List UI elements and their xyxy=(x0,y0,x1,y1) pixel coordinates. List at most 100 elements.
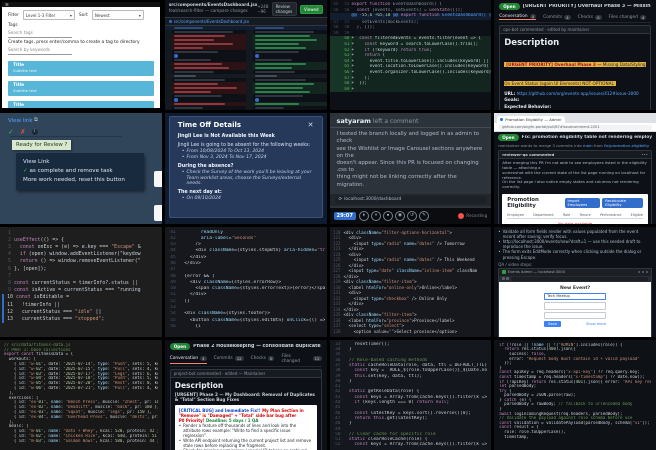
tile-review-tooltip: View link ⧉ ✓ ✗ i Ready for Review ? Vie… xyxy=(0,113,162,224)
page-actions: Import Employees Recalculate Eligibility xyxy=(564,198,643,209)
code-text: <input type="date" className="inline-ite… xyxy=(343,268,478,273)
pr-tab[interactable]: Files changed 4 xyxy=(609,14,647,20)
line-number: 56 xyxy=(170,323,176,329)
menu-icon[interactable]: ☰ xyxy=(5,2,9,7)
nav-buttons[interactable] xyxy=(502,277,509,280)
screenshot-header: Promotion Eligibility Import Employees Re… xyxy=(507,197,643,209)
table-column-header: Role xyxy=(562,213,571,218)
browser-bar: ⟳ localhost:3000/dashboard xyxy=(329,193,492,206)
tooltip-reset-line: More work needed, reset this button xyxy=(23,177,125,184)
code-line: 56 {i xyxy=(167,324,325,330)
address-bar[interactable]: github.com/org/hr-portal/pull/87#issueco… xyxy=(498,124,652,130)
bullet-text: From Nov 3, 2024 To Nov 17, 2024 xyxy=(186,155,267,161)
cross-icon[interactable]: ✗ xyxy=(20,128,26,136)
save-button[interactable]: Save xyxy=(544,321,561,328)
card-subtitle: Subtitle text xyxy=(13,88,37,93)
table-column-header: Employee xyxy=(507,213,525,218)
check-icon[interactable]: ✓ xyxy=(8,128,14,136)
pr-tab[interactable]: Checks 0 xyxy=(251,354,275,364)
form-actions: Save Show more xyxy=(544,321,606,328)
new-code-cell xyxy=(253,106,327,110)
doc-heading: [CRITICAL BUG] and Immediate Fix!! My Pl… xyxy=(179,408,313,418)
comment-author[interactable]: reviewer-qa commented xyxy=(502,152,554,157)
player-control-button[interactable]: ◉ xyxy=(395,210,406,221)
form-input[interactable] xyxy=(544,302,607,310)
bullet-text: http://localhost:3000/events/new?draft=1… xyxy=(502,238,641,250)
tile-vscode-useeffect: 1 2 useEffect(() => { 3 const onEsc = (e… xyxy=(0,226,162,337)
tab-count-badge: 4 xyxy=(529,14,537,19)
address-bar[interactable] xyxy=(510,276,648,281)
chevron-down-icon: ▾ xyxy=(69,12,72,18)
action-button[interactable]: Import Employees xyxy=(564,198,601,209)
old-line-number xyxy=(329,86,341,93)
pr-tab[interactable]: Commits 4 xyxy=(543,14,571,20)
pr-tab[interactable]: Commits 12 xyxy=(214,354,244,364)
player-control-button[interactable]: ⏵ xyxy=(359,210,370,221)
code-line: 1 xyxy=(2,230,160,237)
list-card[interactable]: Title Subtitle text xyxy=(8,81,154,96)
list-card[interactable]: Title Subtitle text xyxy=(8,61,154,76)
action-button[interactable]: Recalculate Eligibility xyxy=(602,198,643,209)
form-input[interactable] xyxy=(544,311,607,320)
player-control-button[interactable]: ↺ xyxy=(407,210,418,221)
pr-tab[interactable]: Files changed 12 xyxy=(281,354,322,364)
browser-tab[interactable]: Promotion Eligibility — Admin xyxy=(497,116,566,124)
viewed-button[interactable]: Viewed xyxy=(300,4,323,14)
text-line: thing might not be linking correctly aft… xyxy=(336,174,457,188)
info-icon[interactable]: i xyxy=(31,129,38,136)
player-controls: ⏵ ⏸ ⏹ ◉ ↺ ✎ xyxy=(359,210,430,221)
pr-tab[interactable]: Conversation 4 xyxy=(169,354,207,364)
tab-count-badge: 12 xyxy=(234,356,244,362)
form-input[interactable]: Tech Meetup xyxy=(544,292,607,301)
file-bar[interactable]: src/components/EventsDashboard.jsx xyxy=(164,17,327,26)
tile-qa-issue-screenshot: • Validate all form fields render with v… xyxy=(494,226,656,337)
review-changes-button[interactable]: Review changes xyxy=(271,2,297,16)
t1-form: Filter Level 1-3 Filter ▾ Sort Newest ▾ Ta… xyxy=(2,7,160,109)
code-text: currentStatus === "stopped"; xyxy=(16,315,105,322)
player-control-button[interactable]: ⏹ xyxy=(383,210,394,221)
list-card[interactable]: Title Subtitle text xyxy=(8,101,154,109)
tags-input[interactable]: Search tags xyxy=(8,30,72,38)
embedded-screenshot[interactable]: Promotion Eligibility Import Employees Re… xyxy=(502,194,648,224)
card-fragment xyxy=(153,205,162,222)
diff-stats: +248 −96 xyxy=(257,4,269,14)
filter-select[interactable]: Level 1-3 Filter ▾ xyxy=(22,10,75,20)
line-number: 3 xyxy=(8,243,11,250)
qa-label: QA / video steps: xyxy=(498,261,533,267)
pr-tab[interactable]: Conversation 4 xyxy=(499,14,537,20)
code-text: !timerInfo || xyxy=(16,301,61,308)
line-number: 5 xyxy=(8,258,11,265)
pr-tabs: Conversation 4 Commits 4 Checks 0 Files … xyxy=(499,12,651,23)
view-link[interactable]: View link xyxy=(8,118,33,124)
line-number: 13 xyxy=(2,315,16,324)
address-bar[interactable]: ⟳ localhost:3000/dashboard xyxy=(334,195,487,204)
bullet-item: • Check the Survey of the work you'll be… xyxy=(182,170,314,187)
kebab-menu-icon[interactable]: ••• xyxy=(641,152,648,157)
record-icon[interactable] xyxy=(458,212,465,219)
keyword-search-input[interactable]: Search by keywords xyxy=(8,47,72,55)
player-control-button[interactable]: ✎ xyxy=(419,210,430,221)
player-control-button[interactable]: ⏸ xyxy=(371,210,382,221)
code-text: const onEsc = (e) => e.key === "Escape" … xyxy=(19,243,141,250)
window-controls[interactable] xyxy=(637,270,648,274)
tile-review-comment-player: satyaram left a comment I tested the bra… xyxy=(329,113,492,224)
issue-link[interactable]: https://github.com/org/events-app/issues… xyxy=(517,91,639,96)
base-branch-link[interactable]: main xyxy=(583,143,593,148)
reload-icon[interactable]: ⟳ xyxy=(339,197,343,202)
bullet-item: • On 09/10/2024 xyxy=(182,196,314,202)
tile-time-off-modal: Time Off Details ✕ Jingli Lee is Not Ava… xyxy=(164,113,327,224)
head-branch-link[interactable]: fix/promotion-eligibility xyxy=(604,143,649,148)
tab-count-badge: 0 xyxy=(268,356,275,362)
comment-header: satyaram left a comment xyxy=(329,113,492,129)
embedded-browser-screenshot[interactable]: Events Admin — localhost:3000 New Event?… xyxy=(498,267,652,337)
show-more-link[interactable]: Show more xyxy=(586,322,606,326)
tile-api-handler-code: if (!role || !name || !["ADMIN"].include… xyxy=(494,339,656,450)
close-icon[interactable]: ✕ xyxy=(308,121,314,129)
pr-tab[interactable]: Checks 0 xyxy=(578,14,602,20)
bullet-dot: • xyxy=(498,238,501,244)
sort-select[interactable]: Newest ▾ xyxy=(91,10,144,20)
code-line: 7 xyxy=(2,273,160,280)
modal-header: Time Off Details ✕ xyxy=(178,121,314,129)
copy-icon[interactable]: ⧉ xyxy=(34,117,38,124)
comment-author[interactable]: satyaram xyxy=(337,117,371,125)
